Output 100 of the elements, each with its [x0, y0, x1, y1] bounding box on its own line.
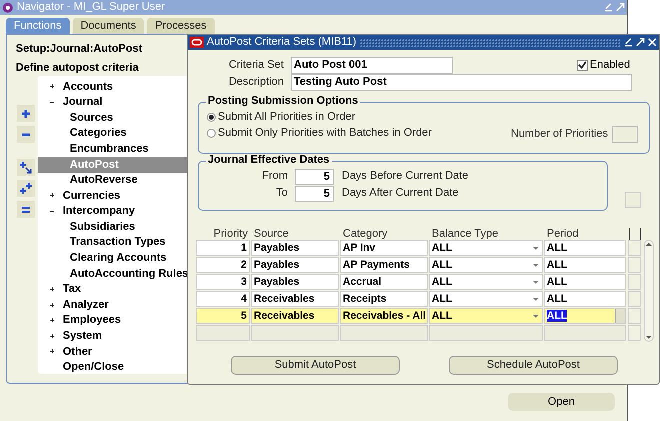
tab[interactable]: Documents — [72, 18, 144, 34]
dropdown-field[interactable]: ALL — [429, 240, 543, 256]
close-icon[interactable] — [648, 38, 657, 47]
radio-button[interactable] — [207, 128, 216, 138]
expand-icon[interactable] — [48, 332, 57, 341]
table-cell: 3 — [196, 274, 250, 290]
table-cell[interactable]: Receivables - All — [340, 308, 428, 324]
column-header: Category — [342, 228, 389, 240]
action-button[interactable]: Schedule AutoPost — [449, 356, 618, 375]
tree-item[interactable]: Tax — [63, 281, 82, 298]
radio-label: Submit All Priorities in Order — [218, 110, 356, 125]
open-button[interactable]: Open — [508, 393, 615, 411]
window-title: AutoPost Criteria Sets (MIB11) — [207, 35, 357, 50]
dropdown-arrow-icon[interactable] — [533, 298, 539, 301]
scroll-bar[interactable] — [644, 240, 654, 342]
tree-item[interactable]: Employees — [63, 312, 122, 329]
tree-item[interactable]: Open/Close — [63, 359, 124, 376]
table-cell: 1 — [196, 240, 250, 256]
tree-item[interactable]: Subsidiaries — [70, 218, 136, 236]
number-of-priorities-field[interactable] — [612, 126, 638, 143]
days-field[interactable]: 5 — [295, 168, 334, 184]
column-header: Period — [546, 228, 580, 240]
field-suffix: Days After Current Date — [342, 186, 459, 202]
collapse-all-button[interactable] — [17, 201, 35, 218]
table-cell: ALL — [544, 257, 626, 273]
dropdown-arrow-icon[interactable] — [533, 281, 539, 284]
dropdown-arrow-icon[interactable] — [533, 247, 539, 250]
dropdown-arrow-icon[interactable] — [533, 264, 539, 267]
expand-icon[interactable] — [48, 300, 57, 310]
expand-icon[interactable] — [48, 82, 57, 92]
tree-item[interactable]: Encumbrances — [70, 140, 149, 158]
table-cell — [196, 325, 250, 341]
collapse-button[interactable] — [17, 126, 35, 143]
dropdown-field[interactable]: ALL — [429, 274, 543, 290]
record-field[interactable] — [628, 240, 641, 256]
double-plus-icon — [19, 182, 33, 196]
tree-item[interactable]: Transaction Types — [70, 234, 166, 251]
criteria-set-field[interactable]: Auto Post 001 — [291, 57, 453, 74]
tree-item[interactable]: AutoReverse — [70, 172, 138, 189]
column-header: Priority — [212, 228, 249, 240]
tree-item[interactable]: Sources — [70, 110, 114, 126]
tree-item[interactable]: Categories — [70, 125, 127, 142]
tree-item[interactable]: AutoAccounting Rules — [70, 266, 189, 282]
group-title: Posting Submission Options — [206, 95, 360, 108]
record-field[interactable] — [628, 308, 641, 324]
table-cell: Payables — [251, 240, 339, 256]
radio-button[interactable] — [207, 112, 216, 122]
action-button[interactable]: Submit AutoPost — [231, 356, 400, 375]
tree-item[interactable]: System — [63, 328, 102, 345]
path-label: Setup:Journal:AutoPost — [16, 42, 142, 57]
tree-item[interactable]: Clearing Accounts — [70, 250, 167, 267]
checkbox[interactable] — [577, 60, 588, 71]
expand-icon[interactable] — [48, 191, 57, 200]
tree-item[interactable]: Analyzer — [63, 296, 109, 314]
scroll-up-icon[interactable] — [646, 243, 652, 246]
plus-icon — [21, 108, 31, 118]
checkbox-label: Enabled — [590, 58, 630, 74]
field-suffix: Days Before Current Date — [342, 169, 469, 184]
minimize-icon[interactable] — [624, 38, 633, 47]
tree-item[interactable]: Other — [63, 344, 92, 360]
record-field[interactable] — [628, 291, 641, 307]
title-grip[interactable] — [360, 38, 621, 46]
tree-item[interactable]: Currencies — [63, 188, 120, 204]
logo-icon — [190, 37, 204, 48]
expand-icon[interactable] — [48, 347, 57, 356]
table-cell: ALL — [544, 240, 626, 256]
dropdown-field[interactable]: ALL — [429, 308, 543, 324]
tab[interactable]: Processes — [147, 18, 215, 34]
maximize-icon[interactable] — [636, 38, 645, 47]
record-field[interactable] — [628, 325, 641, 341]
table-cell: ALL — [544, 291, 626, 307]
dropdown-arrow-icon[interactable] — [533, 315, 539, 318]
scroll-down-icon[interactable] — [646, 336, 652, 339]
description-field[interactable]: Testing Auto Post — [291, 74, 632, 91]
expand-branch-button[interactable] — [17, 159, 35, 176]
tree-item[interactable]: Accounts — [63, 78, 114, 96]
expand-icon[interactable] — [48, 285, 57, 294]
bracket-field[interactable] — [625, 192, 641, 208]
table-cell: Payables — [251, 274, 339, 290]
dropdown-field[interactable]: ALL — [429, 291, 543, 307]
field-label: Number of Priorities — [511, 127, 608, 142]
record-field[interactable] — [628, 257, 641, 273]
field-label: Description — [228, 75, 285, 90]
tree-item[interactable]: Journal — [63, 94, 103, 111]
table-cell: ALL — [544, 274, 626, 290]
expand-button[interactable] — [17, 105, 35, 122]
expand-all-button[interactable] — [17, 180, 35, 197]
column-header: Source — [253, 228, 290, 240]
plus-arrow-icon — [19, 160, 33, 174]
field-label: Criteria Set — [228, 58, 285, 74]
dropdown-field[interactable]: ALL — [429, 257, 543, 273]
expand-icon[interactable] — [48, 316, 57, 326]
days-field[interactable]: 5 — [295, 186, 334, 202]
table-cell[interactable]: 5 — [196, 308, 250, 324]
tree-item[interactable]: Intercompany — [63, 203, 136, 220]
double-minus-icon — [20, 204, 32, 214]
table-cell: 2 — [196, 257, 250, 273]
record-field[interactable] — [628, 274, 641, 290]
table-cell[interactable]: Receivables — [251, 308, 339, 324]
table-cell: Accrual — [340, 274, 428, 290]
